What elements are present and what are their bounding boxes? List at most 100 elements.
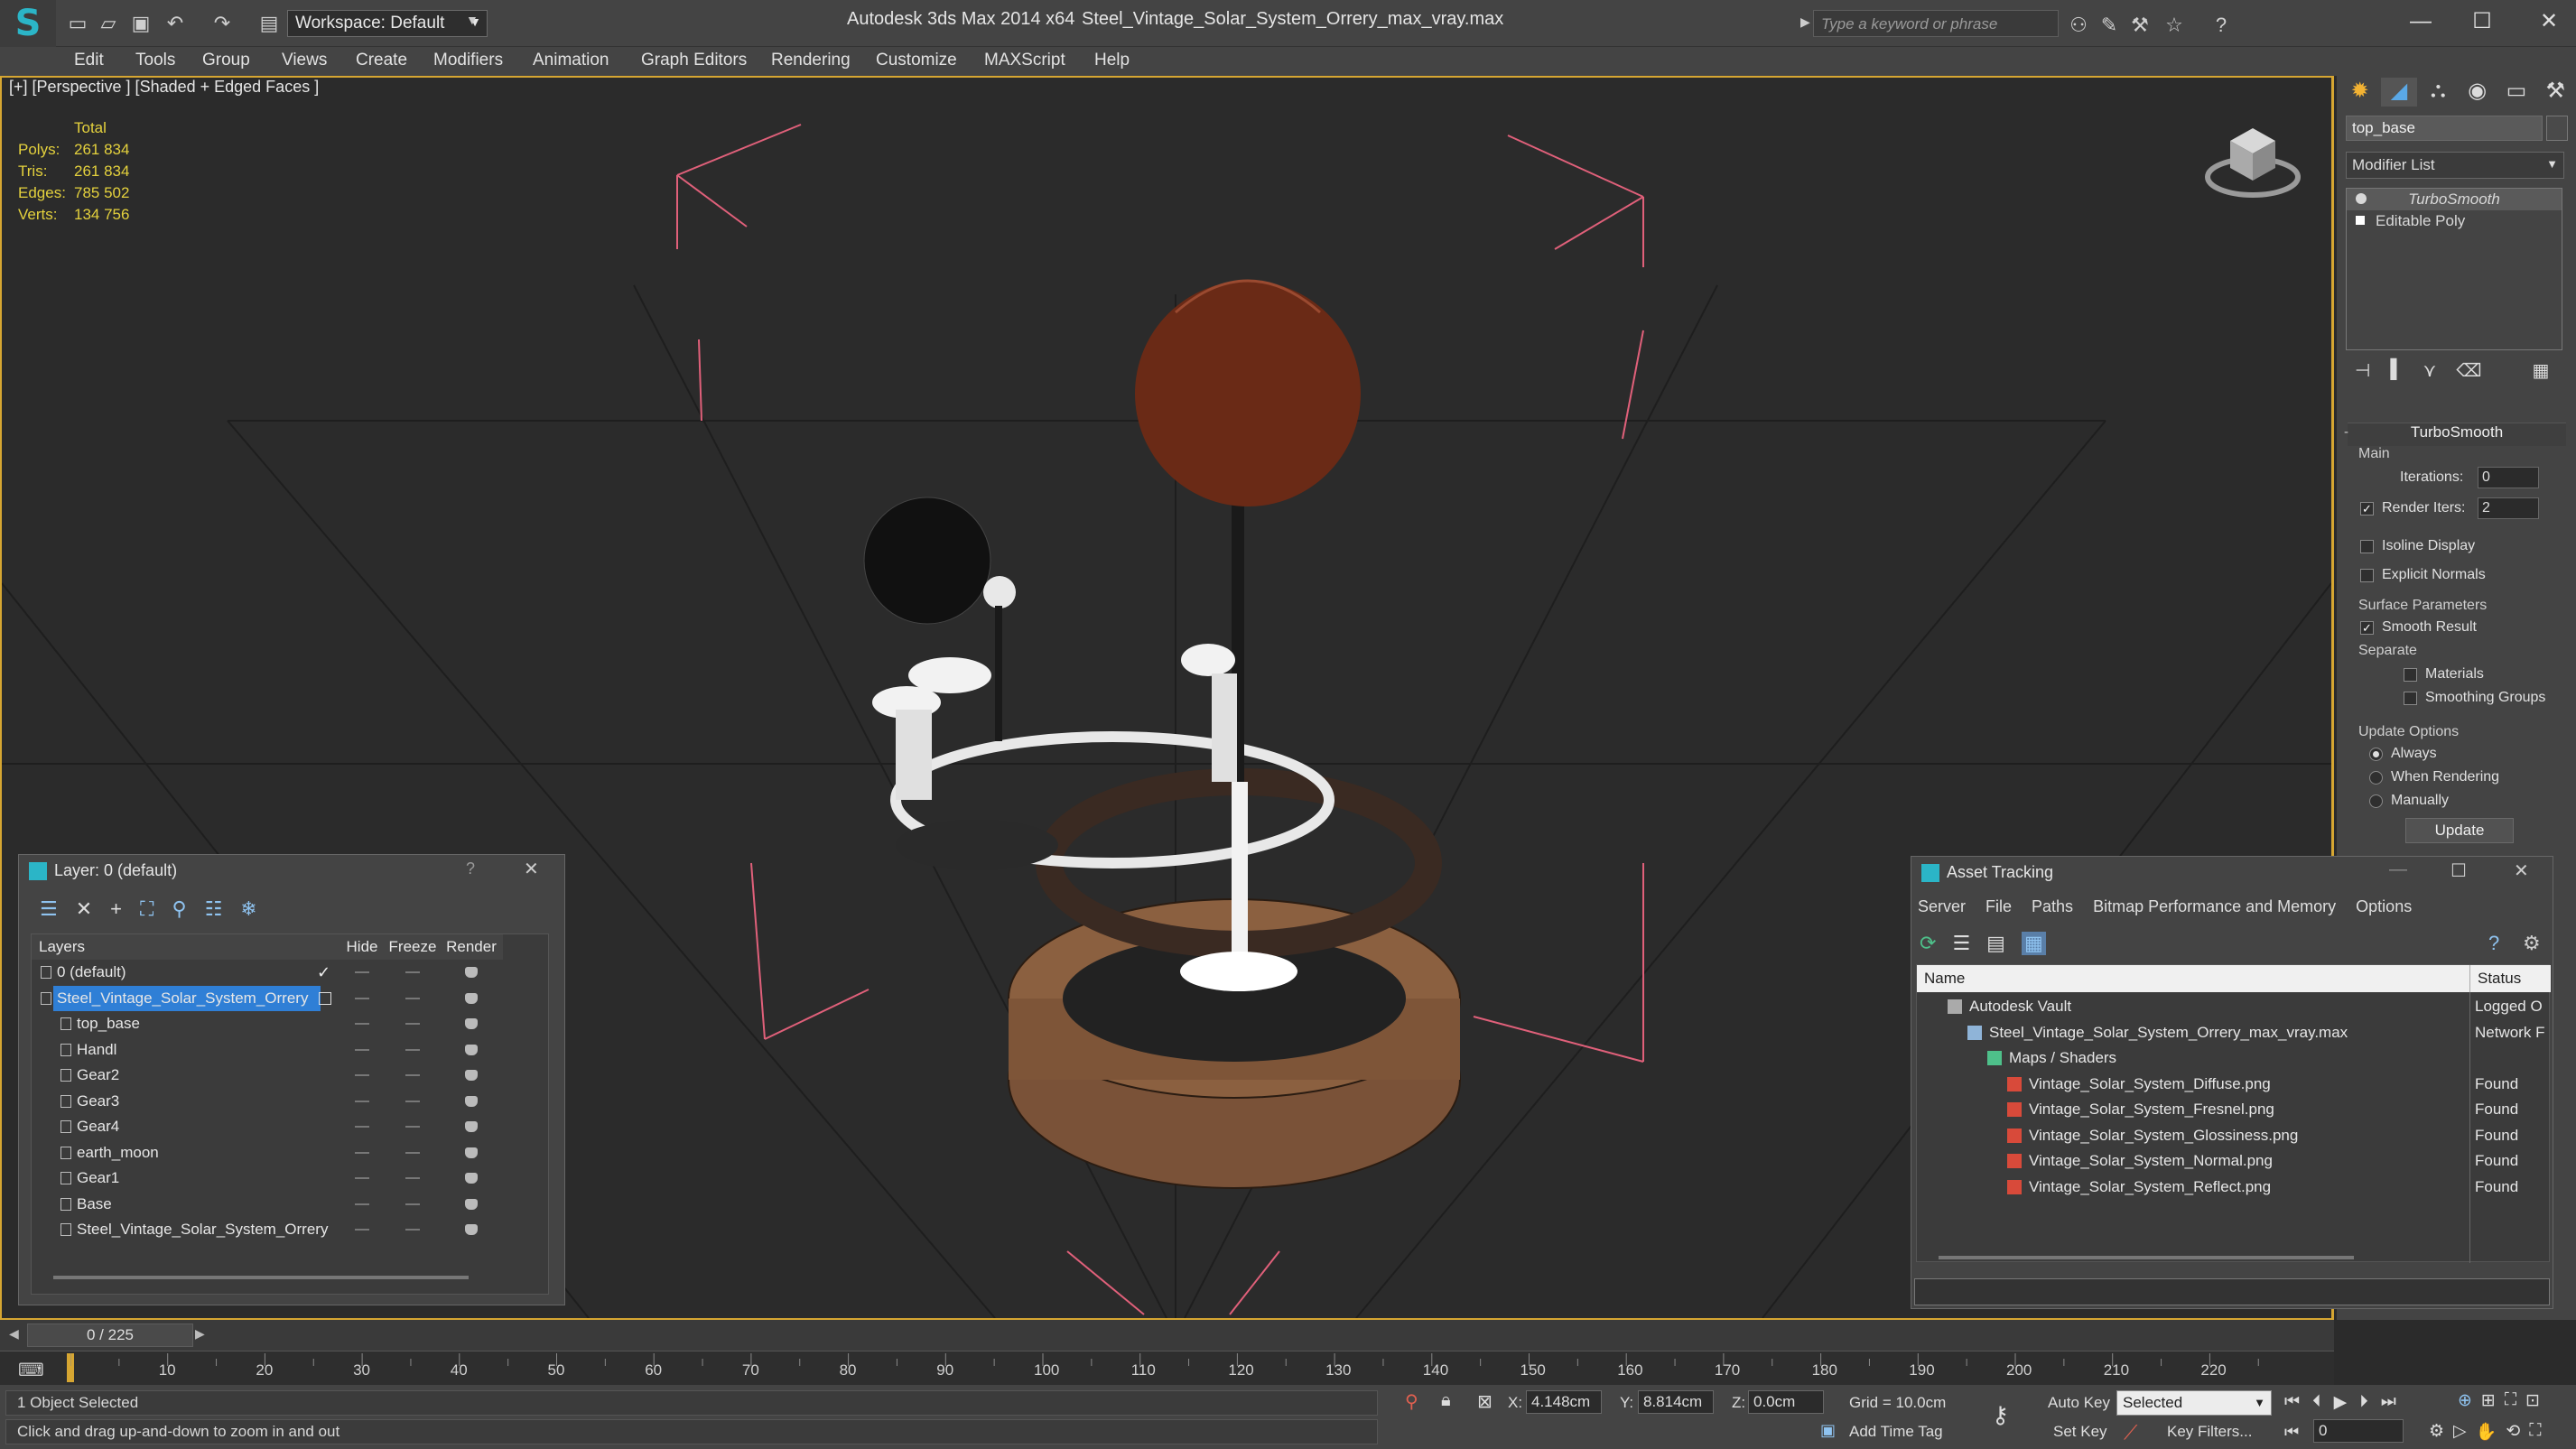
- freeze-toggle[interactable]: [405, 1151, 420, 1154]
- freeze-toggle[interactable]: [405, 971, 420, 973]
- go-to-start-icon[interactable]: ⏮: [2284, 1392, 2300, 1413]
- render-iters-spinner[interactable]: 2: [2478, 497, 2539, 519]
- freeze-toggle[interactable]: [405, 1203, 420, 1205]
- refresh-icon[interactable]: ⟳: [1920, 932, 1936, 955]
- field-of-view-icon[interactable]: ▷: [2453, 1421, 2467, 1443]
- utilities-tab-icon[interactable]: ⚒: [2538, 78, 2573, 107]
- key-mode-icon[interactable]: ⏮: [2284, 1423, 2299, 1442]
- set-current-layer-icon[interactable]: [319, 991, 331, 1005]
- delete-layer-icon[interactable]: ✕: [76, 897, 92, 921]
- object-color-swatch[interactable]: [2546, 116, 2568, 141]
- help-icon[interactable]: ?: [2209, 13, 2234, 38]
- hide-toggle[interactable]: [355, 1177, 369, 1179]
- viewcube-icon[interactable]: [2203, 114, 2302, 204]
- absolute-mode-icon[interactable]: ⊠: [1477, 1390, 1493, 1413]
- open-file-icon[interactable]: ▱: [96, 11, 121, 36]
- freeze-toggle[interactable]: [405, 1100, 420, 1102]
- zoom-icon[interactable]: ⊕: [2458, 1390, 2472, 1411]
- iterations-spinner[interactable]: 0: [2478, 467, 2539, 488]
- hide-toggle[interactable]: [355, 1203, 369, 1205]
- next-frame-icon[interactable]: ⏵: [2359, 1392, 2368, 1413]
- zoom-extents-all-icon[interactable]: ⊡: [2525, 1390, 2540, 1411]
- asset-row[interactable]: Autodesk Vault Logged O: [1917, 994, 2551, 1019]
- asset-row[interactable]: Vintage_Solar_System_Diffuse.png Found: [1917, 1072, 2551, 1097]
- project-folder-icon[interactable]: ▤: [256, 11, 282, 36]
- menu-views[interactable]: Views: [282, 51, 327, 70]
- smoothing-groups-checkbox[interactable]: [2404, 692, 2417, 705]
- help-icon[interactable]: ?: [2488, 932, 2499, 955]
- render-teapot-icon[interactable]: [465, 967, 478, 978]
- maximize-button[interactable]: ☐: [2450, 859, 2467, 882]
- binoculars-icon[interactable]: ⚇: [2066, 13, 2091, 38]
- asset-menu-paths[interactable]: Paths: [2032, 897, 2073, 916]
- freeze-toggle[interactable]: [405, 1126, 420, 1128]
- minimize-button[interactable]: —: [2396, 5, 2445, 38]
- search-input[interactable]: Type a keyword or phrase: [1813, 10, 2059, 37]
- make-unique-icon[interactable]: ⋎: [2423, 359, 2437, 386]
- configure-modifier-sets-icon[interactable]: ▦: [2533, 359, 2550, 386]
- stack-item-turbosmooth[interactable]: TurboSmooth: [2347, 189, 2562, 210]
- asset-menu-bitmap[interactable]: Bitmap Performance and Memory: [2093, 897, 2336, 916]
- zoom-all-icon[interactable]: ⊞: [2481, 1390, 2496, 1411]
- key-filters-button[interactable]: Key Filters...: [2167, 1423, 2252, 1441]
- maximize-viewport-icon[interactable]: ⛶: [2529, 1421, 2541, 1443]
- menu-modifiers[interactable]: Modifiers: [433, 51, 503, 70]
- layer-row[interactable]: Steel_Vintage_Solar_System_Orrery: [32, 985, 550, 1011]
- freeze-all-icon[interactable]: ❄: [240, 897, 256, 921]
- hide-all-icon[interactable]: ☷: [205, 897, 223, 921]
- undo-icon[interactable]: ↶: [163, 11, 188, 36]
- time-slider-thumb[interactable]: 0 / 225: [27, 1324, 193, 1347]
- hide-toggle[interactable]: [355, 1023, 369, 1025]
- freeze-toggle[interactable]: [405, 1048, 420, 1051]
- show-end-result-icon[interactable]: ▌: [2390, 359, 2403, 386]
- list-view-icon[interactable]: ☰: [1952, 932, 1970, 955]
- menu-tools[interactable]: Tools: [135, 51, 175, 70]
- previous-frame-icon[interactable]: ⏴: [2312, 1392, 2321, 1413]
- render-teapot-icon[interactable]: [465, 1224, 478, 1235]
- display-tab-icon[interactable]: ▭: [2498, 78, 2534, 107]
- asset-menu-server[interactable]: Server: [1918, 897, 1966, 916]
- lightbulb-icon[interactable]: [2356, 193, 2367, 204]
- asset-path-field[interactable]: [1914, 1278, 2550, 1305]
- auto-key-button[interactable]: Auto Key: [2048, 1394, 2110, 1412]
- key-selection-dropdown[interactable]: Selected ▼: [2116, 1390, 2272, 1416]
- horizontal-scrollbar[interactable]: [1939, 1256, 2354, 1259]
- freeze-toggle[interactable]: [405, 1023, 420, 1025]
- add-time-tag[interactable]: Add Time Tag: [1849, 1423, 1943, 1441]
- render-iters-checkbox[interactable]: ✓: [2360, 502, 2374, 516]
- column-render[interactable]: Render: [440, 934, 503, 960]
- smooth-result-checkbox[interactable]: ✓: [2360, 621, 2374, 635]
- mini-curve-editor-icon[interactable]: ⌨: [18, 1359, 44, 1381]
- render-teapot-icon[interactable]: [465, 1070, 478, 1081]
- prev-frame-icon[interactable]: ◀: [9, 1326, 19, 1342]
- isolate-selection-icon[interactable]: ⚲: [1405, 1390, 1418, 1413]
- key-icon[interactable]: ⚷: [1992, 1401, 2009, 1429]
- menu-animation[interactable]: Animation: [533, 51, 609, 70]
- current-frame-field[interactable]: 0: [2313, 1419, 2404, 1443]
- stack-item-editable-poly[interactable]: Editable Poly: [2347, 210, 2562, 232]
- search-expand-icon[interactable]: ▶: [1800, 14, 1810, 30]
- menu-group[interactable]: Group: [202, 51, 250, 70]
- asset-menu-options[interactable]: Options: [2356, 897, 2412, 916]
- hide-toggle[interactable]: [355, 1074, 369, 1076]
- x-coord-field[interactable]: 4.148cm: [1526, 1390, 1602, 1414]
- highlight-layer-icon[interactable]: ⚲: [172, 897, 186, 921]
- save-icon[interactable]: ▣: [128, 11, 153, 36]
- isoline-display-checkbox[interactable]: [2360, 540, 2374, 553]
- hide-toggle[interactable]: [355, 1100, 369, 1102]
- turbosmooth-rollout-title[interactable]: TurboSmooth: [2348, 423, 2566, 446]
- render-teapot-icon[interactable]: [465, 1018, 478, 1029]
- help-icon[interactable]: ?: [466, 859, 475, 878]
- column-status[interactable]: Status: [2469, 965, 2551, 992]
- render-teapot-icon[interactable]: [465, 1095, 478, 1107]
- column-hide[interactable]: Hide: [339, 934, 386, 960]
- materials-checkbox[interactable]: [2404, 668, 2417, 682]
- render-teapot-icon[interactable]: [465, 992, 478, 1004]
- remove-modifier-icon[interactable]: ⌫: [2456, 359, 2481, 386]
- modify-tab-icon[interactable]: ◢: [2381, 78, 2417, 107]
- set-key-button[interactable]: Set Key: [2053, 1423, 2107, 1441]
- time-config-icon[interactable]: ⚙: [2429, 1421, 2444, 1443]
- quick-access-menu-icon[interactable]: ▼: [466, 13, 479, 27]
- lock-selection-icon[interactable]: 🔒︎: [1441, 1390, 1451, 1411]
- menu-create[interactable]: Create: [356, 51, 407, 70]
